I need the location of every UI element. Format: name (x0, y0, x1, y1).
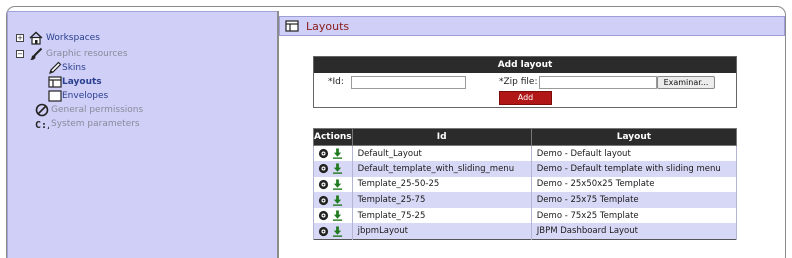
download-icon[interactable] (332, 179, 343, 190)
column-header-actions[interactable]: Actions (313, 128, 353, 146)
table-row: Template_25-50-25 Demo - 25x50x25 Templa… (313, 176, 738, 193)
console-icon: C:/ (35, 120, 49, 131)
brush-icon (30, 47, 43, 60)
cell-layout: JBPM Dashboard Layout (530, 223, 738, 240)
add-layout-header: Add layout (314, 57, 736, 73)
row-actions (313, 145, 353, 162)
tree-item-envelopes[interactable]: Envelopes (48, 89, 248, 103)
table-header-row: Actions Id Layout (313, 128, 738, 146)
tree-item-workspaces[interactable]: + Workspaces (16, 31, 266, 45)
cell-id: Template_25-75 (351, 192, 532, 208)
row-actions (313, 161, 353, 177)
tree-item-system-parameters[interactable]: C:/ System parameters (35, 117, 265, 131)
tree-item-skins[interactable]: Skins (48, 61, 248, 75)
download-icon[interactable] (332, 195, 343, 206)
download-icon[interactable] (332, 210, 343, 221)
cell-id: Default_Layout (351, 145, 532, 162)
cell-id: jbpmLayout (351, 223, 532, 240)
forbidden-icon (35, 103, 49, 117)
cell-id: Default_template_with_sliding_menu (351, 161, 532, 177)
zip-file-label: *Zip file: (499, 77, 538, 87)
add-layout-panel: Add layout *Id: *Zip file: Examinar... A… (313, 56, 737, 108)
row-actions (313, 192, 353, 208)
row-actions (313, 223, 353, 240)
layout-icon (285, 20, 299, 32)
expand-toggle[interactable]: + (16, 34, 24, 42)
table-row: Default_template_with_sliding_menu Demo … (313, 161, 738, 177)
home-icon (29, 31, 43, 45)
tree-item-layouts[interactable]: Layouts (48, 75, 248, 89)
table-row: Default_Layout Demo - Default layout (313, 145, 738, 162)
tree-label-envelopes[interactable]: Envelopes (62, 89, 108, 103)
download-icon[interactable] (332, 163, 343, 175)
layouts-table: Actions Id Layout Default_Layout Demo - … (313, 128, 738, 240)
eye-icon[interactable] (318, 195, 329, 206)
eye-icon[interactable] (318, 226, 329, 237)
tree-item-graphic-resources[interactable]: − Graphic resources (16, 47, 266, 61)
tree-item-general-permissions[interactable]: General permissions (35, 103, 265, 117)
browse-button[interactable]: Examinar... (657, 76, 715, 89)
cell-layout: Demo - 25x50x25 Template (530, 176, 738, 193)
tree-label-workspaces[interactable]: Workspaces (46, 31, 100, 45)
cell-layout: Demo - 25x75 Template (530, 192, 738, 208)
id-input[interactable] (351, 76, 466, 89)
tree-label-skins[interactable]: Skins (62, 61, 86, 75)
cell-id: Template_75-25 (351, 207, 532, 224)
table-row: jbpmLayout JBPM Dashboard Layout (313, 223, 738, 240)
table-row: Template_75-25 Demo - 75x25 Template (313, 207, 738, 224)
cell-layout: Demo - 75x25 Template (530, 207, 738, 224)
sidebar: + Workspaces − Graphic resources Skins L… (7, 11, 278, 258)
page-title: Layouts (306, 20, 350, 33)
id-label: *Id: (328, 77, 344, 87)
cell-layout: Demo - Default layout (530, 145, 738, 162)
layout-icon (48, 76, 62, 88)
eye-icon[interactable] (318, 179, 329, 190)
pane-divider[interactable] (277, 11, 279, 258)
row-actions (313, 176, 353, 193)
zip-file-input[interactable] (539, 76, 657, 89)
cell-id: Template_25-50-25 (351, 176, 532, 193)
tree-label-layouts[interactable]: Layouts (62, 75, 102, 89)
eye-icon[interactable] (318, 163, 329, 174)
pencil-icon (49, 61, 62, 74)
download-icon[interactable] (332, 225, 343, 237)
envelope-icon (48, 90, 62, 102)
svg-text:C:/: C:/ (35, 120, 49, 131)
eye-icon[interactable] (318, 210, 329, 221)
download-icon[interactable] (332, 148, 343, 159)
tree-label-general-permissions[interactable]: General permissions (51, 103, 143, 117)
tree-label-graphic-resources[interactable]: Graphic resources (46, 47, 128, 61)
tree-label-system-parameters[interactable]: System parameters (51, 117, 140, 131)
row-actions (313, 207, 353, 224)
eye-icon[interactable] (318, 148, 329, 159)
column-header-layout[interactable]: Layout (530, 128, 738, 146)
collapse-toggle[interactable]: − (16, 50, 24, 58)
cell-layout: Demo - Default template with sliding men… (530, 161, 738, 177)
add-button[interactable]: Add (499, 91, 552, 105)
table-row: Template_25-75 Demo - 25x75 Template (313, 192, 738, 208)
column-header-id[interactable]: Id (351, 128, 532, 146)
page-header: Layouts (279, 16, 785, 36)
